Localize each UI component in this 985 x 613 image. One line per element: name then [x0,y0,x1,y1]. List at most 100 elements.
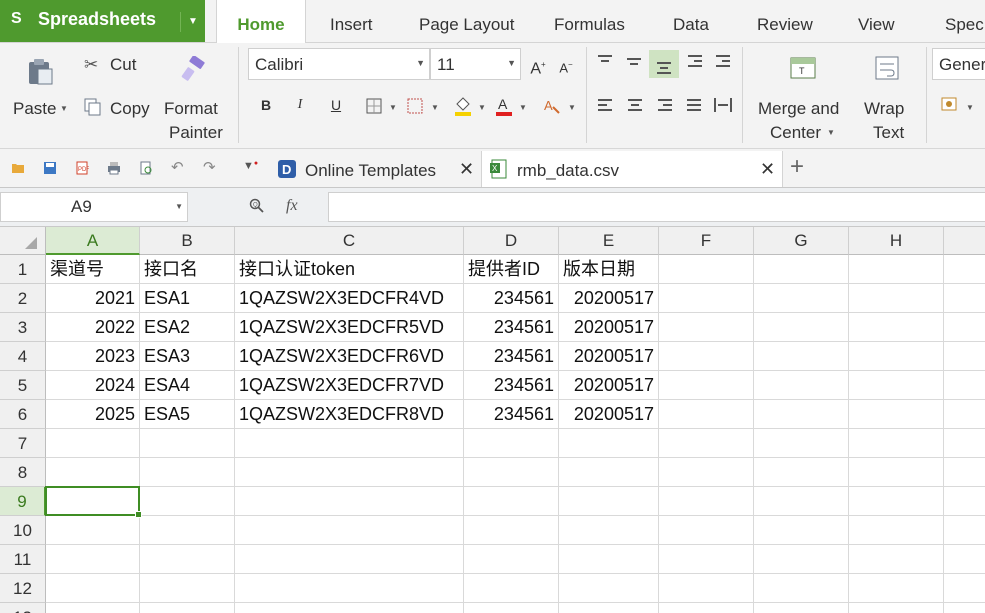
cell[interactable] [46,574,140,603]
copy-button[interactable]: Copy [110,99,150,119]
cell-style-icon[interactable] [407,98,423,114]
cell[interactable] [464,458,559,487]
cell[interactable]: 1QAZSW2X3EDCFR5VD [235,313,464,342]
cell[interactable]: 234561 [464,400,559,429]
active-cell[interactable] [45,486,142,518]
cell[interactable] [754,400,849,429]
cell[interactable]: 1QAZSW2X3EDCFR7VD [235,371,464,400]
cell[interactable] [944,487,985,516]
tab-review[interactable]: Review [757,0,813,42]
cell[interactable]: 234561 [464,313,559,342]
cell[interactable] [140,429,235,458]
cell[interactable] [659,603,754,613]
cell[interactable] [754,342,849,371]
column-header-b[interactable]: B [140,227,235,255]
row-header-7[interactable]: 7 [0,429,46,458]
cell[interactable]: 20200517 [559,371,659,400]
distribute-icon[interactable] [714,98,732,112]
cell[interactable] [464,545,559,574]
cell[interactable] [559,458,659,487]
cell[interactable]: 接口名 [140,255,235,284]
cell[interactable]: ESA3 [140,342,235,371]
merge-dropdown-icon[interactable]: ▼ [827,128,835,137]
cell[interactable] [46,458,140,487]
row-header-10[interactable]: 10 [0,516,46,545]
cell[interactable] [944,545,985,574]
cell[interactable] [944,429,985,458]
cell[interactable] [659,342,754,371]
cell[interactable]: 20200517 [559,284,659,313]
cell[interactable] [659,458,754,487]
chevron-down-icon[interactable]: ▼ [507,58,516,68]
tab-special[interactable]: Spec [945,0,984,42]
cell[interactable] [944,603,985,613]
increase-indent-icon[interactable] [716,55,732,71]
cell[interactable]: ESA5 [140,400,235,429]
align-middle-icon[interactable] [627,58,643,72]
borders-dropdown-icon[interactable]: ▼ [389,103,397,112]
scissors-icon[interactable]: ✂ [84,55,98,75]
row-header-3[interactable]: 3 [0,313,46,342]
cell[interactable] [559,545,659,574]
cell[interactable] [46,545,140,574]
cell[interactable] [235,603,464,613]
cell[interactable] [464,487,559,516]
cell[interactable]: ESA4 [140,371,235,400]
row-header-2[interactable]: 2 [0,284,46,313]
print-icon[interactable] [107,161,121,175]
cell[interactable] [559,516,659,545]
font-name-select[interactable]: Calibri ▼ [248,48,430,80]
font-color-dropdown-icon[interactable]: ▼ [519,103,527,112]
paste-button[interactable]: Paste [13,99,56,119]
cell[interactable] [849,284,944,313]
column-header-next[interactable] [944,227,985,255]
cell[interactable] [235,545,464,574]
wrap-text-icon[interactable] [875,55,899,81]
cell[interactable] [849,371,944,400]
grow-font-icon[interactable]: A+ [528,55,548,77]
cell[interactable] [944,574,985,603]
cell[interactable] [754,284,849,313]
paste-dropdown-icon[interactable]: ▼ [60,104,68,113]
cell[interactable] [46,603,140,613]
fill-handle[interactable] [135,511,142,518]
cell[interactable] [849,487,944,516]
tab-insert[interactable]: Insert [330,0,373,42]
justify-icon[interactable] [687,99,703,113]
format-painter-label-1[interactable]: Format [164,99,218,119]
cell[interactable] [659,284,754,313]
clear-format-dropdown-icon[interactable]: ▼ [568,103,576,112]
cell[interactable] [849,255,944,284]
cell[interactable] [944,284,985,313]
align-left-icon[interactable] [598,99,614,113]
cell[interactable] [559,574,659,603]
cell[interactable] [464,603,559,613]
customize-toolbar-icon[interactable]: ▼● [243,160,258,174]
currency-dropdown-icon[interactable]: ▼ [966,103,974,112]
cell[interactable]: 20200517 [559,342,659,371]
tab-page-layout[interactable]: Page Layout [419,0,514,42]
spreadsheet-grid[interactable]: ABCDEFGH 12345678910111213 渠道号接口名接口认证tok… [0,227,985,613]
cell[interactable]: 1QAZSW2X3EDCFR4VD [235,284,464,313]
cell[interactable] [46,429,140,458]
open-folder-icon[interactable] [11,161,25,175]
paste-icon[interactable] [26,57,54,85]
cell[interactable]: 2023 [46,342,140,371]
cell[interactable] [464,429,559,458]
cell[interactable] [559,429,659,458]
cell[interactable]: 234561 [464,284,559,313]
cell[interactable] [140,487,235,516]
cell[interactable]: 1QAZSW2X3EDCFR6VD [235,342,464,371]
column-header-h[interactable]: H [849,227,944,255]
cell[interactable] [944,371,985,400]
wrap-text-label-2[interactable]: Text [873,123,904,143]
number-format-select[interactable]: Gener [932,48,985,80]
font-size-select[interactable]: 11 ▼ [430,48,521,80]
cell[interactable] [659,429,754,458]
clear-format-icon[interactable]: A [543,97,561,115]
cell-style-dropdown-icon[interactable]: ▼ [431,103,439,112]
redo-icon[interactable]: ↷ [203,158,217,176]
print-preview-icon[interactable] [139,161,153,175]
row-header-1[interactable]: 1 [0,255,46,284]
cell[interactable]: 1QAZSW2X3EDCFR8VD [235,400,464,429]
